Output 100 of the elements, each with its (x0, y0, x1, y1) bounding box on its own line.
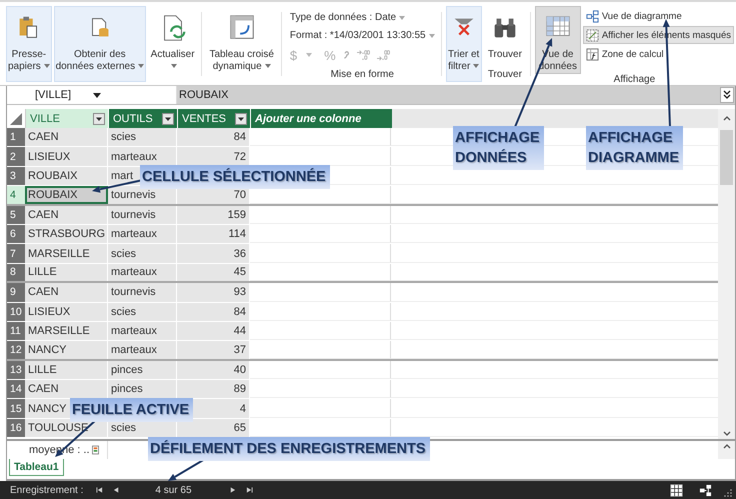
row-number[interactable]: 1 (7, 128, 25, 146)
table-cell: 114 (177, 224, 250, 244)
table-cell: LILLE (25, 360, 108, 380)
caret-icon (44, 64, 50, 68)
table-cell: marteaux (108, 322, 177, 340)
table-cell: marteaux (108, 147, 177, 166)
table-cell: tournevis (108, 283, 177, 302)
table-cell: 89 (177, 380, 250, 398)
table-cell: marteaux (108, 341, 177, 359)
row-number[interactable]: 10 (7, 302, 25, 321)
view-option[interactable]: Zone de calcul (582, 45, 734, 63)
resize-grip-icon[interactable] (724, 489, 732, 497)
row-number[interactable]: 9 (7, 283, 25, 302)
filter-dropdown-icon[interactable] (162, 112, 174, 124)
column-header[interactable]: VILLE (26, 109, 109, 128)
table-cell: marteaux (108, 264, 177, 282)
expand-button[interactable] (720, 87, 734, 103)
external-data-button[interactable]: Obtenir des données externes (54, 6, 146, 82)
row-number[interactable]: 3 (7, 166, 25, 186)
table-cell: STRASBOURG (25, 224, 108, 244)
table-cell: 44 (177, 322, 250, 340)
sheet-tab[interactable]: Tableau1 (9, 459, 64, 476)
row-number[interactable]: 7 (7, 244, 25, 263)
row-number[interactable]: 14 (7, 380, 25, 398)
diagram-view-icon[interactable] (699, 484, 712, 496)
group-label: Trouver (486, 69, 523, 82)
add-column-header[interactable]: Ajouter une colonne (251, 109, 392, 128)
summary-icon[interactable] (92, 445, 99, 455)
row-number[interactable]: 13 (7, 360, 25, 380)
caret-icon (306, 53, 312, 57)
row-number[interactable]: 8 (7, 264, 25, 282)
sort-filter-button[interactable]: Trier et filtrer (446, 6, 482, 82)
table-cell: scies (108, 128, 177, 146)
table-cell: marteaux (108, 224, 177, 244)
table-cell: 40 (177, 360, 250, 380)
row-number[interactable]: 4 (7, 186, 25, 204)
table-cell: LISIEUX (25, 302, 108, 321)
scroll-down-icon[interactable] (722, 431, 730, 436)
pivot-table-button[interactable]: Tableau croisé dynamique (206, 6, 277, 82)
table-cell: 65 (177, 418, 250, 438)
table-cell: scies (108, 302, 177, 321)
table-cell: 84 (177, 302, 250, 321)
formula-field[interactable]: ROUBAIX (177, 86, 719, 104)
find-button[interactable]: Trouver (484, 6, 526, 62)
clipboard-button[interactable]: Presse- papiers (6, 6, 52, 82)
row-number[interactable]: 2 (7, 147, 25, 166)
table-cell: CAEN (25, 206, 108, 224)
row-number[interactable]: 11 (7, 322, 25, 340)
filter-dropdown-icon[interactable] (93, 112, 105, 124)
hidden-grid-icon (586, 28, 599, 42)
scrollbar-thumb[interactable] (720, 130, 733, 185)
table-cell: LISIEUX (25, 147, 108, 166)
table-cell: ROUBAIX (25, 166, 108, 186)
table-cell: 159 (177, 206, 250, 224)
row-number[interactable]: 12 (7, 341, 25, 359)
filter-dropdown-icon[interactable] (235, 112, 247, 124)
table-cell: MARSEILLE (25, 244, 108, 263)
table-cell: CAEN (25, 128, 108, 146)
diagram-icon (586, 10, 599, 22)
next-record-icon[interactable] (228, 487, 236, 493)
group-label: Mise en forme (330, 69, 395, 82)
table-cell: pinces (108, 360, 177, 380)
table-cell: 72 (177, 147, 250, 166)
previous-record-icon[interactable] (113, 487, 120, 493)
select-all-corner[interactable] (7, 109, 26, 128)
calculation-area-icon (586, 48, 599, 60)
column-header[interactable]: VENTES (178, 109, 251, 128)
callout-label: AFFICHAGE DIAGRAMME (586, 126, 684, 170)
caret-icon (264, 64, 271, 68)
table-cell: 37 (177, 341, 250, 359)
row-number[interactable]: 15 (7, 399, 25, 418)
table-cell: LILLE (25, 264, 108, 282)
grid-view-icon[interactable] (670, 484, 683, 496)
scroll-up-icon[interactable] (722, 444, 730, 449)
last-record-icon[interactable] (246, 487, 253, 493)
caret-icon (171, 64, 178, 68)
caret-icon (428, 34, 435, 38)
name-box[interactable]: [VILLE] (7, 86, 177, 104)
table-cell: CAEN (25, 380, 108, 398)
record-position: 4 sur 65 (155, 484, 192, 496)
group-label: Affichage (612, 74, 656, 87)
table-cell: 36 (177, 244, 250, 263)
table-cell: 84 (177, 128, 250, 146)
callout-label: FEUILLE ACTIVE (70, 398, 194, 422)
record-label: Enregistrement : (10, 484, 84, 496)
caret-icon (399, 16, 406, 20)
double-chevron-icon (723, 90, 731, 100)
row-number[interactable]: 5 (7, 206, 25, 224)
view-option[interactable]: Vue de diagramme (582, 7, 734, 25)
refresh-button[interactable]: Actualiser (148, 6, 198, 82)
row-number[interactable]: 6 (7, 224, 25, 244)
column-header[interactable]: OUTILS (109, 109, 178, 128)
table-cell: scies (108, 244, 177, 263)
callout-label: CELLULE SÉLECTIONNÉE (140, 165, 330, 189)
caret-icon (93, 92, 101, 98)
table-cell: 93 (177, 283, 250, 302)
first-record-icon[interactable] (96, 487, 104, 493)
table-cell: MARSEILLE (25, 322, 108, 340)
scroll-up-icon[interactable] (722, 116, 730, 121)
row-number[interactable]: 16 (7, 418, 25, 438)
